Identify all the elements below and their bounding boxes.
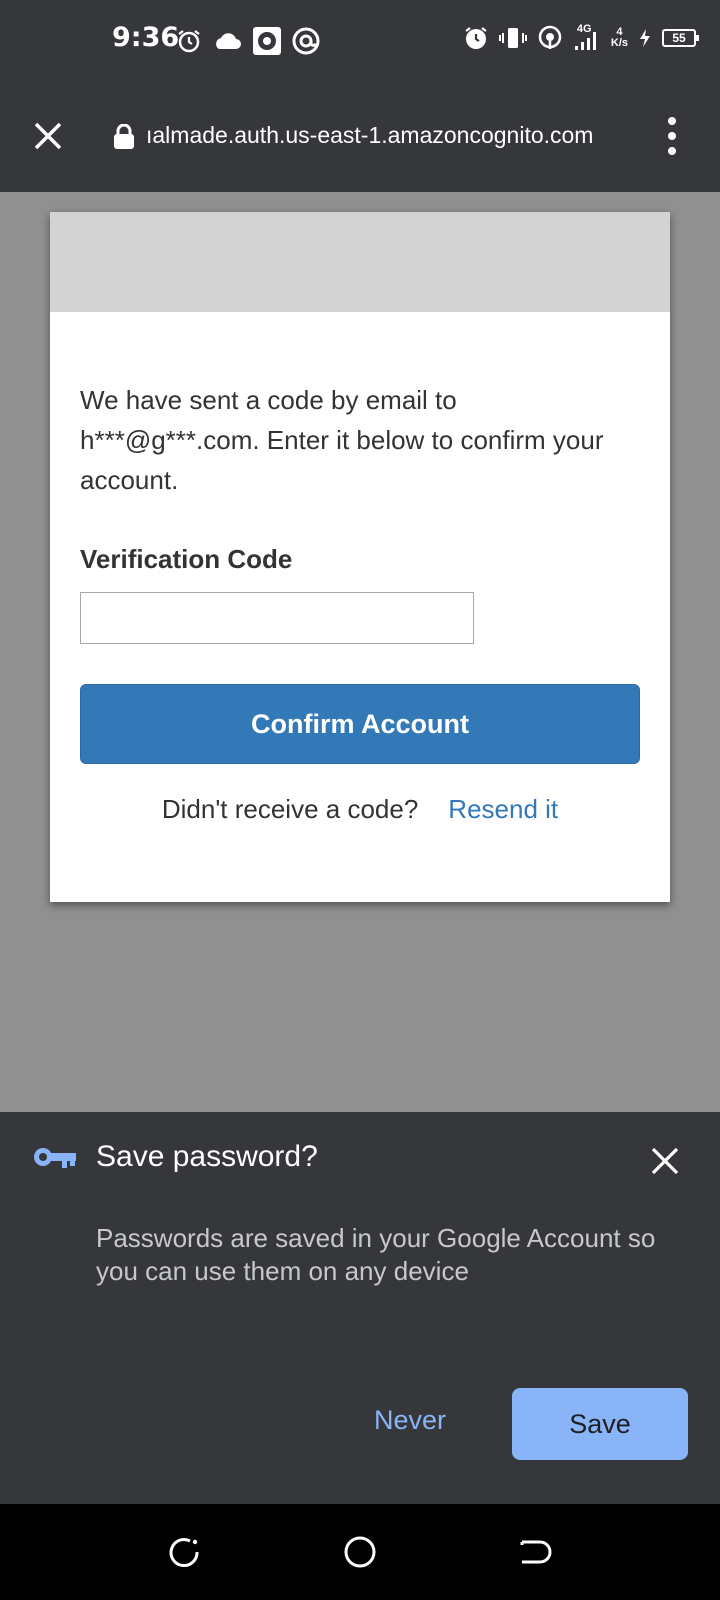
url-bar[interactable]: ıalmade.auth.us-east-1.amazoncognito.com: [146, 122, 626, 149]
verification-card: We have sent a code by email to h***@g**…: [50, 212, 670, 902]
close-icon[interactable]: [30, 118, 66, 154]
status-time: 9:36: [112, 22, 180, 53]
cloud-icon: [216, 33, 241, 49]
back-icon[interactable]: [516, 1534, 552, 1570]
home-icon[interactable]: [342, 1534, 378, 1570]
resend-row: Didn't receive a code? Resend it: [50, 794, 670, 825]
key-icon: [34, 1148, 76, 1168]
save-password-title: Save password?: [96, 1140, 318, 1173]
charging-icon: [640, 29, 650, 47]
save-password-description: Passwords are saved in your Google Accou…: [96, 1223, 656, 1286]
signal-icon: [574, 32, 596, 50]
at-app-icon: [292, 27, 320, 55]
card-header: [50, 212, 670, 312]
verification-code-input[interactable]: [80, 592, 474, 644]
resend-prompt: Didn't receive a code?: [161, 794, 419, 824]
status-icons-right: 4G 4 K/s 55: [463, 24, 699, 52]
media-app-icon: [253, 27, 281, 55]
status-bar: 9:36 4G 4 K/s 55: [0, 0, 720, 82]
battery-indicator: 55: [662, 29, 699, 47]
more-vert-icon[interactable]: [664, 116, 680, 156]
hotspot-icon: [538, 25, 562, 49]
alarm-icon: [465, 27, 487, 49]
resend-link[interactable]: Resend it: [448, 794, 558, 824]
lock-icon[interactable]: [112, 124, 136, 150]
navigation-bar: [0, 1504, 720, 1600]
verification-code-label: Verification Code: [80, 544, 293, 574]
save-button[interactable]: Save: [512, 1388, 688, 1460]
vibrate-icon: [498, 28, 527, 48]
save-password-sheet: Save password? Passwords are saved in yo…: [0, 1112, 720, 1504]
network-speed: 4 K/s: [611, 27, 628, 49]
verification-message: We have sent a code by email to h***@g**…: [80, 385, 604, 495]
alarm-icon: [178, 30, 200, 53]
browser-toolbar: ıalmade.auth.us-east-1.amazoncognito.com: [0, 82, 720, 192]
recents-icon[interactable]: [166, 1534, 202, 1570]
status-icons-left: [176, 26, 320, 56]
network-indicator: 4G: [573, 24, 601, 52]
close-icon[interactable]: [650, 1146, 680, 1176]
confirm-account-button[interactable]: Confirm Account: [80, 684, 640, 764]
never-button[interactable]: Never: [360, 1390, 460, 1450]
network-speed-unit: K/s: [610, 37, 628, 49]
